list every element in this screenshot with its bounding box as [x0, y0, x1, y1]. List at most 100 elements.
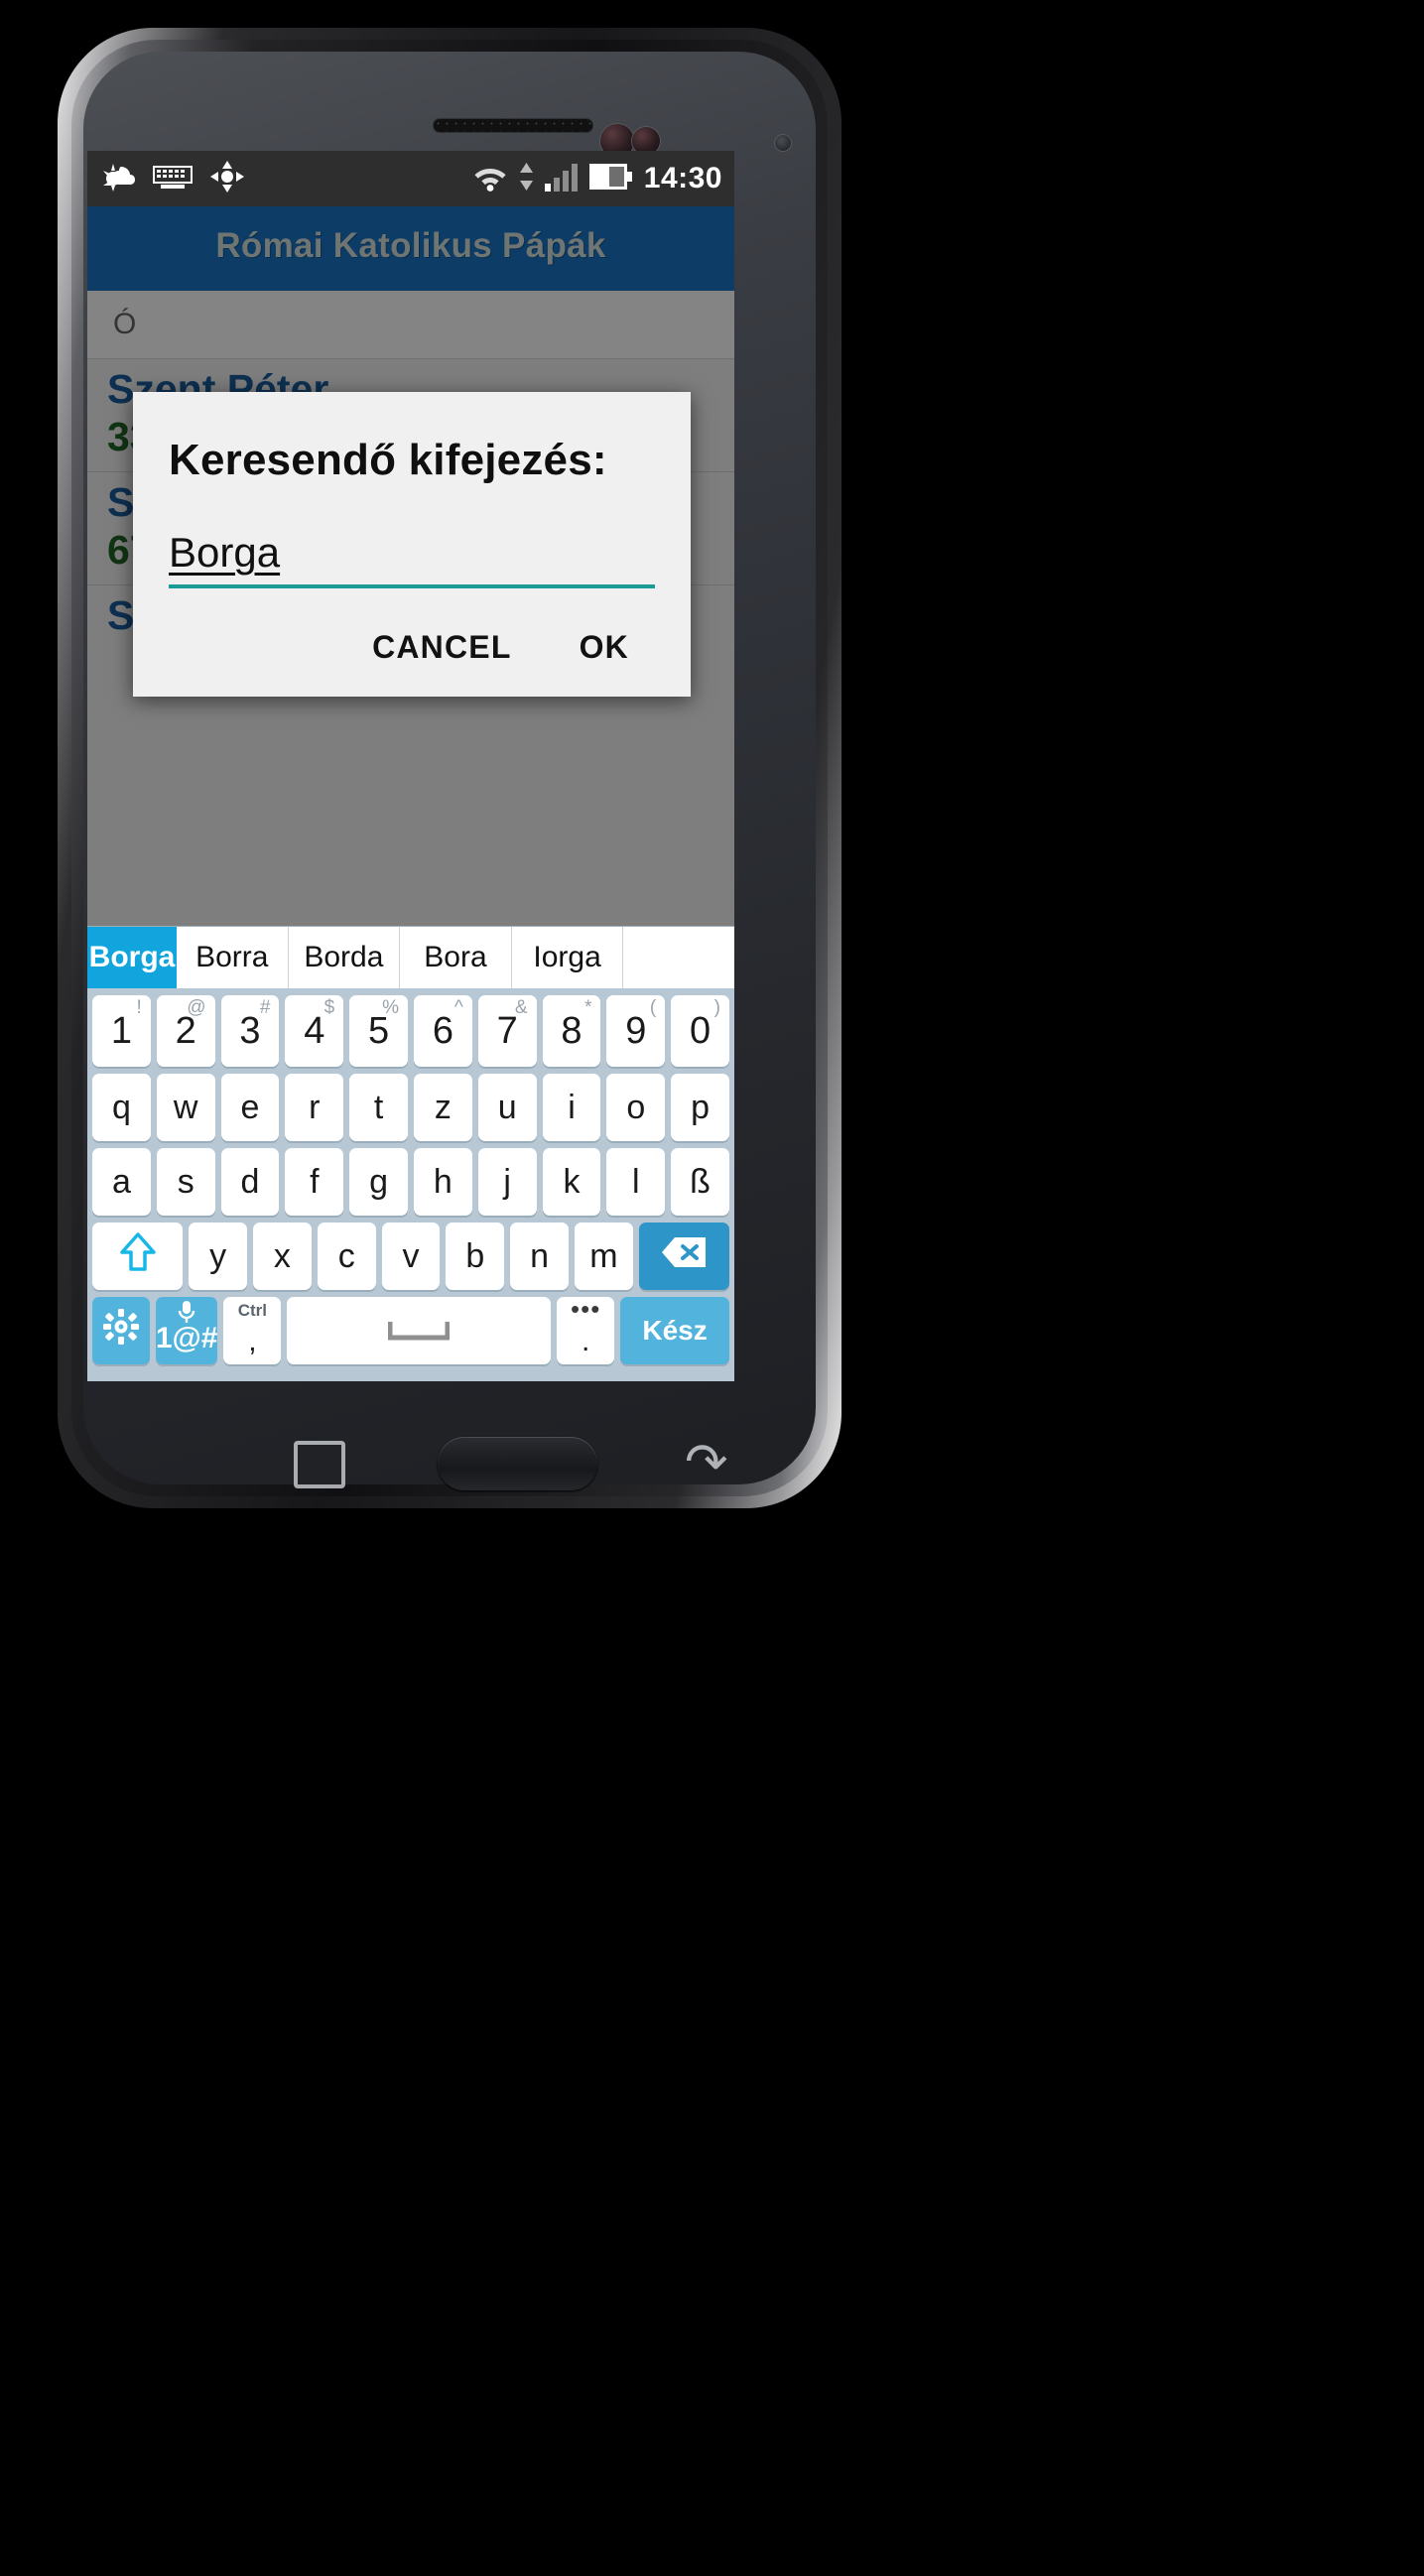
status-bar: 14:30: [87, 151, 734, 206]
wifi-transfer-arrows-icon: [519, 162, 534, 196]
period-key-label: .: [582, 1325, 590, 1357]
suggestion-item[interactable]: Bora: [400, 927, 512, 988]
key-sub-label: (: [649, 997, 657, 1018]
key-n[interactable]: n: [510, 1223, 570, 1290]
key-w[interactable]: w: [156, 1074, 215, 1141]
keyboard-rows: ! 1 @2 #3 $4 % 5 ^ 6 & 7 * 8 (9 ) 0 q w e r t: [87, 988, 734, 1381]
key-d[interactable]: d: [220, 1148, 280, 1216]
gear-icon: [102, 1308, 139, 1353]
phone-screen: 14:30 Római Katolikus Pápák Ó Szent Péte…: [87, 151, 734, 1381]
key-label: 1: [110, 1009, 132, 1052]
key-sub-label: $: [324, 997, 335, 1018]
dialog-actions: CANCEL OK: [133, 588, 691, 697]
key-3[interactable]: #3: [220, 995, 280, 1067]
key-4[interactable]: $4: [285, 995, 344, 1067]
battery-icon: [588, 163, 633, 194]
key-c[interactable]: c: [317, 1223, 376, 1290]
screenshot-root: ↷ 14:30 Római Katolikus Pápák Ó Szent Pé…: [0, 0, 1424, 2576]
keyboard-home-row: a s d f g h j k l ß: [92, 1148, 729, 1216]
key-sub-label: !: [136, 997, 142, 1018]
dpad-icon: [210, 160, 244, 197]
suggestion-item[interactable]: Borga: [87, 927, 177, 988]
key-x[interactable]: x: [252, 1223, 312, 1290]
key-u[interactable]: u: [477, 1074, 537, 1141]
suggestion-item[interactable]: Borra: [177, 927, 289, 988]
key-sub-label: *: [583, 997, 592, 1018]
suggestion-item[interactable]: Iorga: [512, 927, 624, 988]
wifi-icon: [472, 162, 508, 196]
keyboard-function-row: 1@# Ctrl , ••• . Kész: [92, 1296, 729, 1364]
key-l[interactable]: l: [606, 1148, 666, 1216]
key-b[interactable]: b: [446, 1223, 505, 1290]
recents-icon[interactable]: [294, 1441, 345, 1488]
key-9[interactable]: (9: [606, 995, 666, 1067]
key-e[interactable]: e: [220, 1074, 280, 1141]
key-m[interactable]: m: [575, 1223, 633, 1290]
key-8[interactable]: * 8: [542, 995, 601, 1067]
keyboard-top-row: q w e r t z u i o p: [92, 1074, 729, 1141]
suggestion-item-empty: [623, 927, 734, 988]
key-sub-label: &: [514, 997, 528, 1018]
period-key[interactable]: ••• .: [557, 1296, 615, 1364]
suggestion-bar: Borga Borra Borda Bora Iorga: [87, 926, 734, 988]
key-0[interactable]: ) 0: [671, 995, 729, 1067]
key-label: 9: [625, 1009, 647, 1052]
comma-key-label: ,: [248, 1325, 257, 1357]
key-j[interactable]: j: [477, 1148, 537, 1216]
space-icon: [387, 1312, 451, 1351]
shift-key[interactable]: [92, 1223, 184, 1290]
key-1[interactable]: ! 1: [92, 995, 151, 1067]
key-s[interactable]: s: [156, 1148, 215, 1216]
weather-icon: [101, 162, 135, 196]
back-icon[interactable]: ↷: [685, 1437, 728, 1488]
key-5[interactable]: % 5: [349, 995, 408, 1067]
status-bar-left-icons: [101, 151, 244, 206]
backspace-key[interactable]: [638, 1223, 729, 1290]
key-eszett[interactable]: ß: [671, 1148, 729, 1216]
done-key[interactable]: Kész: [620, 1297, 729, 1364]
key-o[interactable]: o: [606, 1074, 666, 1141]
ok-button[interactable]: OK: [574, 628, 635, 667]
signal-icon: [544, 162, 579, 196]
key-i[interactable]: i: [542, 1074, 601, 1141]
suggestion-item[interactable]: Borda: [289, 927, 401, 988]
shift-icon: [119, 1231, 156, 1281]
key-label: 0: [690, 1009, 712, 1052]
search-dialog: Keresendő kifejezés: Borga CANCEL OK: [133, 392, 691, 697]
ctrl-sub-label: Ctrl: [237, 1301, 267, 1320]
hardware-home-button[interactable]: [438, 1437, 597, 1490]
search-input[interactable]: Borga: [169, 529, 280, 579]
key-2[interactable]: @2: [156, 995, 215, 1067]
keyboard-number-row: ! 1 @2 #3 $4 % 5 ^ 6 & 7 * 8 (9 ) 0: [92, 995, 729, 1067]
comma-key[interactable]: Ctrl ,: [223, 1297, 282, 1364]
key-sub-label: @: [187, 997, 206, 1018]
key-6[interactable]: ^ 6: [413, 995, 472, 1067]
key-p[interactable]: p: [671, 1074, 729, 1141]
backspace-icon: [660, 1235, 708, 1278]
settings-key[interactable]: [92, 1297, 150, 1364]
mic-icon: [177, 1300, 196, 1331]
app-bar: Római Katolikus Pápák: [87, 206, 734, 291]
key-sub-label: %: [382, 997, 399, 1018]
earpiece-speaker: [433, 118, 593, 133]
key-g[interactable]: g: [349, 1148, 408, 1216]
search-input-wrapper[interactable]: Borga: [169, 529, 655, 588]
key-sub-label: ): [713, 997, 720, 1018]
key-y[interactable]: y: [189, 1223, 247, 1290]
keyboard-icon: [153, 164, 193, 194]
led-indicator: [775, 135, 791, 151]
key-h[interactable]: h: [413, 1148, 472, 1216]
symbols-key[interactable]: 1@#: [155, 1297, 218, 1364]
key-r[interactable]: r: [285, 1074, 344, 1141]
key-7[interactable]: & 7: [477, 995, 537, 1067]
key-f[interactable]: f: [285, 1148, 344, 1216]
key-q[interactable]: q: [92, 1074, 151, 1141]
key-sub-label: ^: [453, 997, 463, 1018]
key-t[interactable]: t: [349, 1074, 408, 1141]
key-z[interactable]: z: [413, 1074, 472, 1141]
key-v[interactable]: v: [381, 1223, 441, 1290]
key-a[interactable]: a: [92, 1148, 151, 1216]
space-key[interactable]: [287, 1297, 552, 1364]
cancel-button[interactable]: CANCEL: [366, 628, 518, 667]
key-k[interactable]: k: [542, 1148, 601, 1216]
